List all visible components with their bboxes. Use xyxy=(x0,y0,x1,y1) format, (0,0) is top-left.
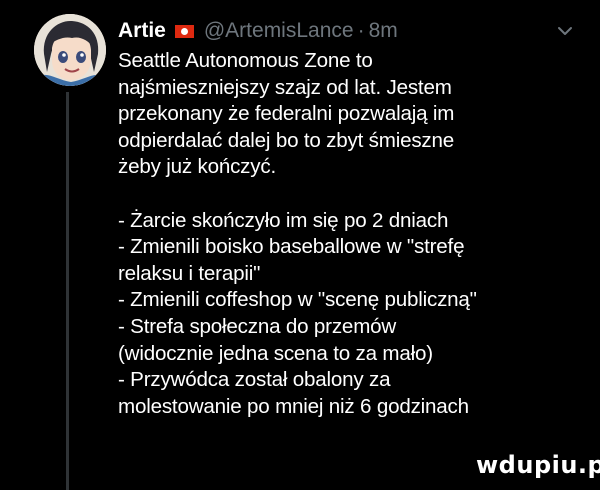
tweet-line: - Strefa społeczna do przemów xyxy=(118,314,397,338)
avatar[interactable] xyxy=(34,14,106,86)
tweet-line: relaksu i terapii" xyxy=(118,261,261,285)
chevron-down-icon[interactable] xyxy=(556,22,574,40)
tweet-header: Artie @ArtemisLance · 8m xyxy=(118,16,398,46)
tweet: Artie @ArtemisLance · 8m Seattle Autonom… xyxy=(0,0,600,490)
tweet-line: - Żarcie skończyło im się po 2 dniach xyxy=(118,208,449,232)
separator: · xyxy=(357,19,365,42)
tweet-line: (widocznie jedna scena to za mało) xyxy=(118,341,433,365)
author-name[interactable]: Artie xyxy=(118,19,166,43)
tweet-line: najśmieszniejszy szajz od lat. Jestem xyxy=(118,75,452,99)
tweet-line: molestowanie po mniej niż 6 godzinach xyxy=(118,394,469,418)
tweet-line: - Przywódca został obalony za xyxy=(118,368,391,392)
tweet-line: żeby już kończyć. xyxy=(118,155,276,179)
tweet-line: - Zmienili coffeshop w "scenę publiczną" xyxy=(118,288,477,312)
tweet-line: przekonany że federalni pozwalają im xyxy=(118,102,455,126)
author-handle[interactable]: @ArtemisLance xyxy=(204,19,354,43)
tweet-line: - Zmienili boisko baseballowe w "strefę xyxy=(118,235,465,259)
hong-kong-flag-icon xyxy=(174,24,194,38)
timestamp[interactable]: 8m xyxy=(369,19,398,43)
thread-line xyxy=(66,92,69,490)
watermark: wdupiu.pl xyxy=(476,451,600,479)
tweet-line: odpierdalać dalej bo to zbyt śmieszne xyxy=(118,128,455,152)
tweet-text: Seattle Autonomous Zone to najśmieszniej… xyxy=(118,48,588,420)
anime-avatar-icon xyxy=(34,14,106,86)
tweet-line: Seattle Autonomous Zone to xyxy=(118,49,373,72)
